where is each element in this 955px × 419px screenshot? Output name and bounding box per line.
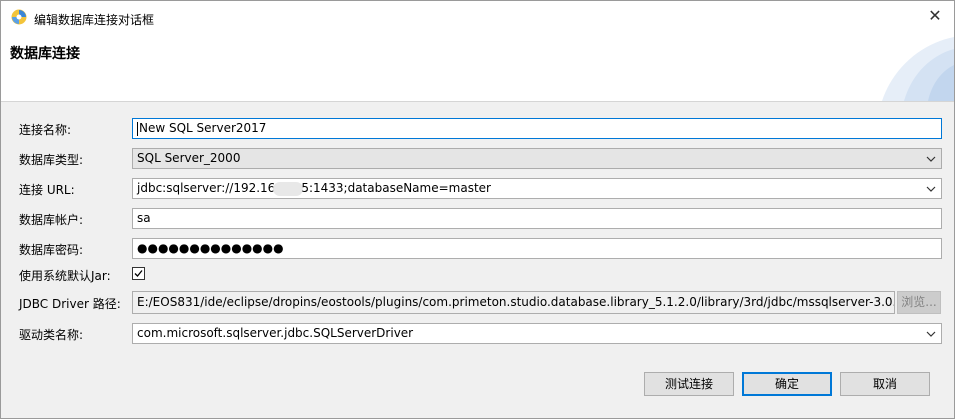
row-driver-path: JDBC Driver 路径: E:/EOS831/ide/eclipse/dr… [1,290,954,314]
use-default-jar-checkbox[interactable] [132,267,145,280]
driver-path-value: E:/EOS831/ide/eclipse/dropins/eostools/p… [137,295,895,309]
chevron-down-icon[interactable] [925,149,937,168]
row-driver-class: 驱动类名称: com.microsoft.sqlserver.jdbc.SQLS… [1,321,954,345]
url-value-prefix: jdbc:sqlserver://192.16 [137,181,276,195]
page-title: 数据库连接 [10,46,80,62]
connection-name-label: 连接名称: [19,123,72,137]
url-value-suffix: 5:1433;databaseName=master [301,181,491,195]
account-label: 数据库帐户: [19,213,84,227]
row-password: 数据库密码: ●●●●●●●●●●●●●● [1,236,954,260]
header-banner: 数据库连接 [1,35,954,102]
connection-name-value: New SQL Server2017 [139,121,267,135]
account-value: sa [137,211,151,225]
row-use-default-jar: 使用系统默认Jar: [1,262,954,286]
banner-decoration-icon [882,37,954,101]
password-mask: ●●●●●●●●●●●●●● [137,241,284,255]
browse-button[interactable]: 浏览... [897,291,941,314]
row-connection-name: 连接名称: New SQL Server2017 [1,116,954,140]
db-type-label: 数据库类型: [19,153,84,167]
row-account: 数据库帐户: sa [1,206,954,230]
url-label: 连接 URL: [19,183,75,197]
driver-path-label: JDBC Driver 路径: [19,297,121,311]
password-input[interactable]: ●●●●●●●●●●●●●● [132,238,942,259]
account-input[interactable]: sa [132,208,942,229]
ok-button[interactable]: 确定 [742,372,832,396]
db-type-select[interactable]: SQL Server_2000 [132,148,942,169]
window-title: 编辑数据库连接对话框 [34,13,155,27]
driver-path-input[interactable]: E:/EOS831/ide/eclipse/dropins/eostools/p… [132,291,895,314]
chevron-down-icon[interactable] [925,324,937,343]
test-connection-button[interactable]: 测试连接 [644,372,734,396]
password-label: 数据库密码: [19,243,84,257]
redacted-blur [273,181,304,196]
text-caret [137,121,138,136]
driver-class-label: 驱动类名称: [19,328,84,342]
row-url: 连接 URL: jdbc:sqlserver://192.16 5:1433;da… [1,176,954,200]
app-logo-icon [11,9,27,25]
dialog-window: 编辑数据库连接对话框 ✕ 数据库连接 连接名称: New SQL Server2… [0,0,955,419]
url-combobox[interactable]: jdbc:sqlserver://192.16 5:1433;databaseNa… [132,178,942,199]
chevron-down-icon[interactable] [925,179,937,198]
db-type-value: SQL Server_2000 [137,151,241,165]
driver-class-combobox[interactable]: com.microsoft.sqlserver.jdbc.SQLServerDr… [132,323,942,344]
row-db-type: 数据库类型: SQL Server_2000 [1,146,954,170]
cancel-button[interactable]: 取消 [840,372,930,396]
connection-name-input[interactable]: New SQL Server2017 [132,118,942,139]
use-default-jar-label: 使用系统默认Jar: [19,269,111,283]
driver-class-value: com.microsoft.sqlserver.jdbc.SQLServerDr… [137,326,414,340]
close-icon[interactable]: ✕ [924,5,946,27]
title-bar: 编辑数据库连接对话框 ✕ [1,1,954,35]
